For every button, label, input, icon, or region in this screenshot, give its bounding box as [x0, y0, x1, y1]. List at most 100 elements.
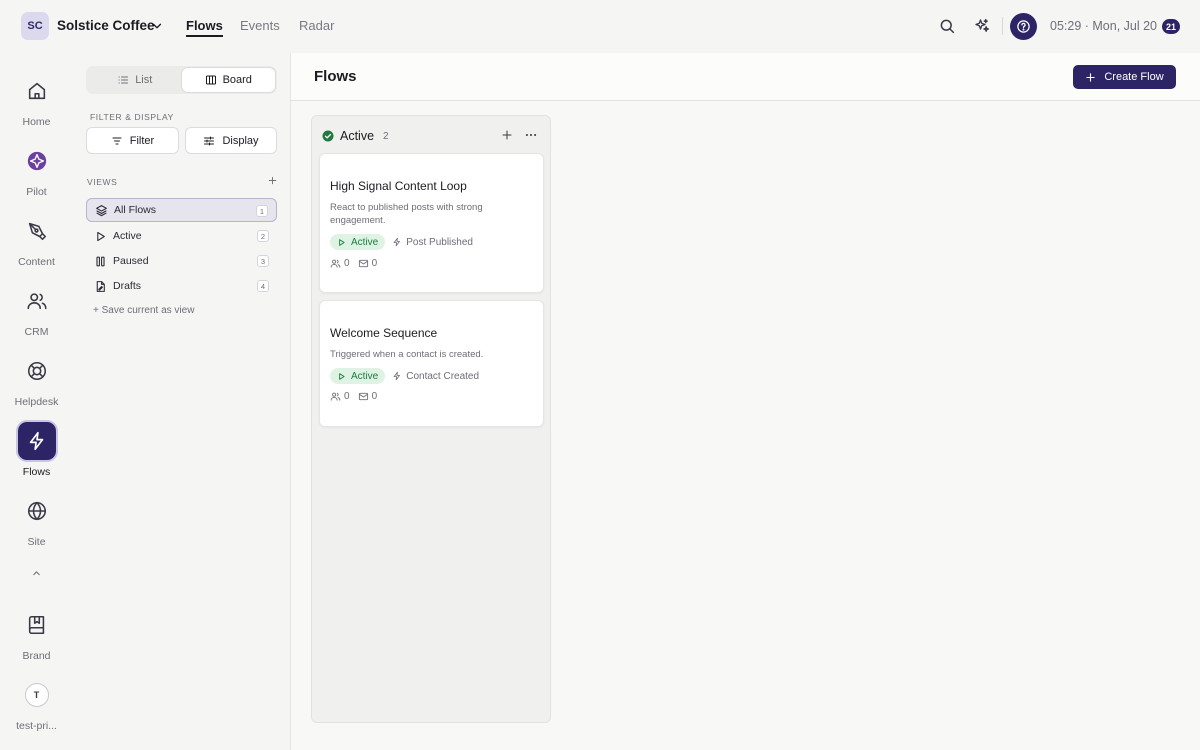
play-icon — [97, 231, 105, 241]
main-header: Flows Create Flow — [291, 53, 1200, 101]
lightning-icon — [29, 431, 43, 451]
flow-stats: 0 0 — [330, 258, 377, 269]
check-circle-icon — [322, 130, 334, 142]
create-flow-button[interactable]: Create Flow — [1073, 65, 1176, 89]
view-label: Paused — [113, 255, 149, 267]
clock-text: 05:29 · Mon, Jul 20 — [1050, 19, 1158, 33]
trigger-text: Post Published — [406, 236, 473, 248]
flow-card[interactable]: Welcome Sequence Triggered when a contac… — [319, 300, 544, 427]
help-button[interactable] — [1010, 13, 1037, 40]
pilot-icon — [27, 151, 46, 171]
view-item-all-flows[interactable]: All Flows 1 — [86, 198, 277, 222]
rail-item-pilot[interactable]: Pilot — [0, 142, 73, 198]
home-icon — [28, 82, 45, 100]
chevron-down-icon[interactable] — [150, 19, 164, 33]
rail-item-site[interactable]: Site — [0, 492, 73, 548]
flow-description: React to published posts with strong eng… — [330, 202, 483, 226]
draft-file-icon — [96, 280, 105, 292]
list-icon — [118, 76, 129, 84]
filter-section-label: FILTER & DISPLAY — [90, 112, 174, 122]
layout-board-label: Board — [222, 74, 252, 86]
trigger-text: Contact Created — [406, 370, 480, 382]
users-icon — [27, 293, 46, 310]
workspace-name[interactable]: Solstice Coffee — [57, 18, 155, 33]
search-icon[interactable] — [938, 17, 956, 35]
display-label: Display — [222, 134, 259, 147]
filter-button[interactable]: Filter — [86, 127, 179, 154]
workspace-avatar[interactable]: SC — [21, 12, 49, 40]
flow-meta: Active Contact Created — [330, 368, 479, 384]
mail-icon — [358, 259, 368, 268]
save-view-link[interactable]: + Save current as view — [93, 305, 194, 316]
rail-label: test-pri... — [16, 720, 57, 732]
flow-meta: Active Post Published — [330, 234, 473, 250]
flow-stats: 0 0 — [330, 391, 377, 402]
rail-label: Helpdesk — [14, 396, 59, 408]
messages-stat: 0 — [358, 258, 377, 269]
view-count: 3 — [257, 255, 269, 267]
users-icon — [330, 392, 341, 401]
rail-label: Pilot — [26, 186, 47, 198]
rail-label: Home — [22, 116, 51, 128]
view-count: 4 — [257, 280, 269, 292]
layout-list-button[interactable]: List — [88, 68, 182, 92]
play-icon — [339, 372, 345, 380]
more-icon[interactable] — [524, 129, 538, 141]
contacts-count: 0 — [344, 258, 350, 269]
view-item-paused[interactable]: Paused 3 — [86, 249, 277, 273]
status-label: Active — [351, 370, 379, 382]
pen-nib-icon — [28, 222, 46, 241]
sliders-icon — [204, 136, 215, 145]
rail-item-account[interactable]: T test-pri... — [0, 676, 73, 732]
filter-icon — [112, 137, 122, 144]
sparkle-icon[interactable] — [973, 17, 991, 35]
tab-flows[interactable]: Flows — [186, 18, 223, 37]
board-icon — [205, 75, 216, 85]
rail-label: Flows — [22, 466, 51, 478]
rail-item-brand[interactable]: Brand — [0, 606, 73, 662]
rail-item-content[interactable]: Content — [0, 212, 73, 268]
rail-item-helpdesk[interactable]: Helpdesk — [0, 352, 73, 408]
create-flow-label: Create Flow — [1104, 71, 1164, 83]
pause-icon — [96, 256, 105, 266]
chevron-up-icon[interactable] — [30, 567, 43, 580]
layout-board-button[interactable]: Board — [181, 68, 275, 92]
tab-radar[interactable]: Radar — [299, 18, 334, 33]
view-item-active[interactable]: Active 2 — [86, 224, 277, 248]
layout-toggle: List Board — [86, 66, 277, 94]
toolbar-divider — [1002, 17, 1003, 35]
rail-item-flows[interactable]: Flows — [0, 422, 73, 478]
trigger-label: Contact Created — [392, 371, 479, 382]
status-badge: Active — [330, 234, 386, 250]
add-card-icon[interactable] — [501, 129, 513, 141]
view-count: 2 — [257, 230, 269, 242]
flow-card[interactable]: High Signal Content Loop React to publis… — [319, 153, 544, 293]
messages-stat: 0 — [358, 391, 378, 402]
rail-item-home[interactable]: Home — [0, 72, 73, 128]
view-item-drafts[interactable]: Drafts 4 — [86, 274, 277, 298]
flow-title: Welcome Sequence — [330, 326, 438, 340]
column-count: 2 — [383, 130, 389, 142]
notification-badge[interactable]: 21 — [1162, 19, 1181, 34]
contacts-stat: 0 — [330, 391, 350, 402]
flow-description: Triggered when a contact is created. — [330, 349, 484, 360]
lightning-icon — [393, 237, 401, 247]
tab-events[interactable]: Events — [240, 18, 280, 33]
status-label: Active — [351, 236, 379, 248]
layers-icon — [96, 204, 107, 216]
add-view-icon[interactable] — [267, 175, 278, 186]
rail-label: Content — [18, 256, 55, 268]
layout-list-label: List — [135, 74, 153, 86]
messages-count: 0 — [371, 391, 378, 402]
column-title: Active — [340, 129, 375, 143]
rail-label: Brand — [22, 650, 51, 662]
view-label: Active — [113, 230, 142, 242]
views-section-label: VIEWS — [87, 177, 118, 187]
view-label: Drafts — [113, 280, 142, 292]
contacts-count: 0 — [344, 391, 350, 402]
plus-icon — [1086, 72, 1096, 82]
display-button[interactable]: Display — [185, 127, 277, 154]
rail-item-crm[interactable]: CRM — [0, 282, 73, 338]
page-title: Flows — [314, 68, 357, 85]
rail-label: Site — [27, 536, 46, 548]
